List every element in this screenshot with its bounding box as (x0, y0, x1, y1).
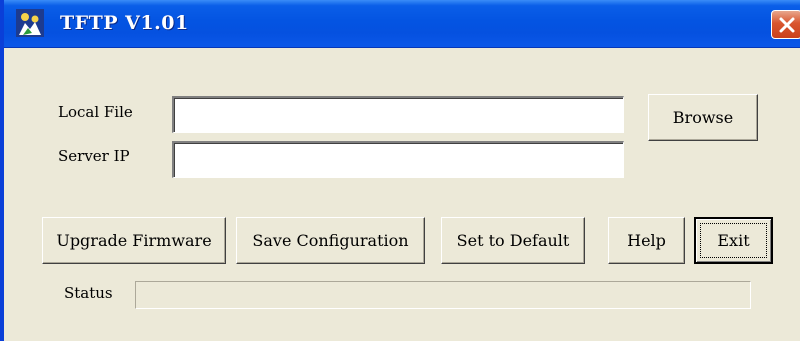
local-file-label: Local File (58, 103, 133, 121)
status-field (135, 281, 751, 309)
set-to-default-label: Set to Default (456, 231, 570, 250)
window-title: TFTP V1.01 (60, 12, 189, 34)
upgrade-firmware-label: Upgrade Firmware (56, 231, 212, 250)
browse-button-label: Browse (672, 108, 734, 127)
tftp-window: TFTP V1.01 Local File Server IP Browse U… (0, 0, 800, 341)
close-icon (779, 17, 795, 33)
focus-rectangle (700, 223, 767, 258)
title-bar[interactable]: TFTP V1.01 (4, 0, 800, 48)
status-label: Status (64, 284, 113, 302)
tftp-app-icon (16, 9, 44, 37)
server-ip-input[interactable] (172, 141, 624, 178)
save-configuration-label: Save Configuration (252, 231, 409, 250)
browse-button[interactable]: Browse (648, 94, 758, 141)
help-button[interactable]: Help (608, 217, 685, 264)
close-button[interactable] (771, 10, 800, 39)
save-configuration-button[interactable]: Save Configuration (236, 217, 425, 264)
set-to-default-button[interactable]: Set to Default (441, 217, 585, 264)
upgrade-firmware-button[interactable]: Upgrade Firmware (42, 217, 226, 264)
local-file-input[interactable] (172, 96, 624, 133)
help-button-label: Help (627, 231, 666, 250)
server-ip-label: Server IP (58, 147, 130, 165)
exit-button[interactable]: Exit (694, 217, 773, 264)
